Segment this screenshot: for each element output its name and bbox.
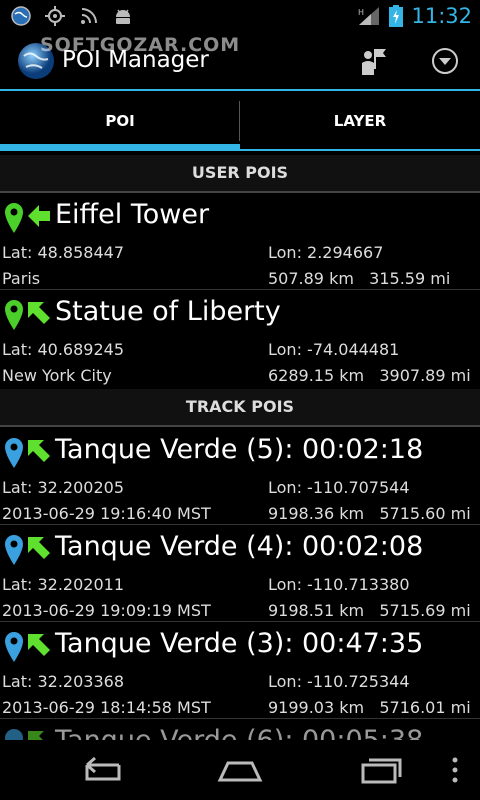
gps-icon <box>45 6 65 26</box>
poi-longitude: Lon: -74.044481 <box>268 340 400 359</box>
list-item[interactable]: Tanque Verde (5): 00:02:18 Lat: 32.20020… <box>0 428 480 524</box>
recent-apps-icon <box>361 758 402 784</box>
list-item[interactable]: Tanque Verde (6): 00:05:38 <box>0 719 480 740</box>
poi-distance: 6289.15 km 3907.89 mi <box>268 366 471 385</box>
poi-latitude: Lat: 40.689245 <box>2 340 124 359</box>
poi-description: Paris <box>2 269 41 288</box>
poi-distance: 507.89 km 315.59 mi <box>268 269 451 288</box>
poi-name: Tanque Verde (3): 00:47:35 <box>55 628 424 659</box>
blue-map-pin-icon <box>5 729 23 740</box>
poi-name: Eiffel Tower <box>55 199 210 230</box>
section-header-track-pois: TRACK POIS <box>0 389 480 425</box>
poi-name: Statue of Liberty <box>55 296 281 327</box>
person-flag-icon <box>362 49 386 75</box>
direction-arrow-upleft-icon <box>28 731 44 740</box>
poi-name: Tanque Verde (4): 00:02:08 <box>55 531 424 562</box>
poi-name: Tanque Verde (5): 00:02:18 <box>55 434 424 465</box>
notification-icons <box>10 5 134 27</box>
android-icon <box>116 9 130 24</box>
watermark: SOFTGOZAR.COM <box>40 34 241 56</box>
status-bar: H 11:32 <box>0 0 480 33</box>
battery-charging-icon <box>389 5 404 27</box>
poi-distance: 9198.36 km 5715.60 mi <box>268 504 471 523</box>
blue-map-pin-icon <box>5 632 23 662</box>
signal-broadcast-icon <box>81 8 97 24</box>
home-icon <box>217 761 263 782</box>
green-map-pin-icon <box>5 300 23 330</box>
back-button[interactable] <box>70 750 130 790</box>
poi-timestamp: 2013-06-29 19:09:19 MST <box>2 601 211 620</box>
list-item[interactable]: Tanque Verde (3): 00:47:35 Lat: 32.20336… <box>0 622 480 718</box>
blue-map-pin-icon <box>5 438 23 468</box>
back-icon <box>85 756 121 781</box>
direction-arrow-upleft-icon <box>28 634 50 656</box>
poi-latitude: Lat: 32.203368 <box>2 672 124 691</box>
tab-underline <box>240 149 480 151</box>
poi-longitude: Lon: -110.707544 <box>268 478 410 497</box>
vertical-dots-icon <box>452 757 458 783</box>
list-item[interactable]: Tanque Verde (4): 00:02:08 Lat: 32.20201… <box>0 525 480 621</box>
direction-arrow-upleft-icon <box>28 302 50 324</box>
poi-distance: 9198.51 km 5715.69 mi <box>268 601 471 620</box>
add-poi-button[interactable] <box>352 41 396 81</box>
chevron-down-circle-icon <box>432 48 458 74</box>
list-item[interactable]: Statue of Liberty Lat: 40.689245 Lon: -7… <box>0 290 480 386</box>
tab-bar: POI LAYER <box>0 91 480 151</box>
poi-latitude: Lat: 48.858447 <box>2 243 124 262</box>
poi-latitude: Lat: 32.200205 <box>2 478 124 497</box>
cell-signal-icon: H <box>358 7 380 25</box>
poi-description: New York City <box>2 366 112 385</box>
list-item[interactable]: Eiffel Tower Lat: 48.858447 Lon: 2.29466… <box>0 193 480 289</box>
tab-poi[interactable]: POI <box>0 91 240 151</box>
clock: 11:32 <box>411 4 472 28</box>
overflow-dropdown-button[interactable] <box>423 41 467 81</box>
poi-timestamp: 2013-06-29 19:16:40 MST <box>2 504 211 523</box>
direction-arrow-upleft-icon <box>28 440 50 462</box>
globe-notification-icon <box>11 6 31 26</box>
blue-map-pin-icon <box>5 535 23 565</box>
home-button[interactable] <box>210 750 270 790</box>
poi-longitude: Lon: -110.713380 <box>268 575 410 594</box>
poi-latitude: Lat: 32.202011 <box>2 575 124 594</box>
poi-name: Tanque Verde (6): 00:05:38 <box>55 725 423 740</box>
section-divider <box>0 425 480 427</box>
poi-distance: 9199.03 km 5716.01 mi <box>268 698 471 717</box>
poi-timestamp: 2013-06-29 18:14:58 MST <box>2 698 211 717</box>
green-map-pin-icon <box>5 203 23 233</box>
direction-arrow-upleft-icon <box>28 537 50 559</box>
recent-apps-button[interactable] <box>350 750 410 790</box>
poi-longitude: Lon: -110.725344 <box>268 672 410 691</box>
navigation-bar <box>0 740 480 800</box>
svg-text:H: H <box>358 8 364 17</box>
tab-layer[interactable]: LAYER <box>240 91 480 151</box>
section-header-user-pois: USER POIS <box>0 155 480 191</box>
direction-arrow-left-icon <box>28 205 50 227</box>
poi-longitude: Lon: 2.294667 <box>268 243 384 262</box>
tab-active-indicator <box>0 144 240 151</box>
overflow-menu-button[interactable] <box>440 750 470 790</box>
